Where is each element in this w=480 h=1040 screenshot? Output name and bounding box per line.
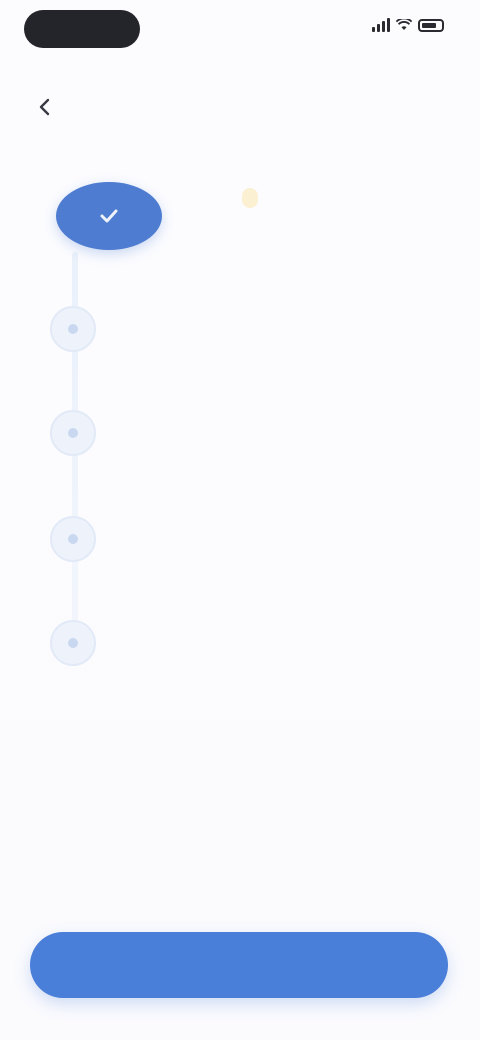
timeline-step-current bbox=[56, 182, 446, 252]
step-text bbox=[138, 510, 388, 516]
check-icon bbox=[100, 209, 118, 223]
step-badge bbox=[242, 188, 258, 208]
step-node bbox=[50, 620, 96, 666]
step-text-current bbox=[234, 188, 444, 214]
step-text bbox=[138, 404, 388, 410]
step-dot bbox=[68, 638, 78, 648]
step-node bbox=[50, 516, 96, 562]
status-icons bbox=[372, 18, 444, 32]
chevron-left-icon bbox=[39, 98, 50, 116]
step-dot bbox=[68, 428, 78, 438]
battery-icon bbox=[418, 18, 444, 32]
step-node bbox=[50, 306, 96, 352]
step-title-row bbox=[234, 188, 444, 208]
step-dot bbox=[68, 534, 78, 544]
step-node bbox=[50, 410, 96, 456]
wifi-icon bbox=[396, 19, 412, 30]
step-dot bbox=[68, 324, 78, 334]
continue-button[interactable] bbox=[30, 932, 448, 998]
status-time-pill bbox=[24, 10, 140, 48]
signal-icon bbox=[372, 18, 390, 32]
step-text bbox=[138, 614, 388, 620]
back-button[interactable] bbox=[34, 86, 106, 128]
status-bar bbox=[0, 0, 480, 64]
step-text bbox=[138, 300, 388, 306]
step-node-current bbox=[56, 182, 162, 250]
onboarding-screen bbox=[0, 0, 480, 1040]
